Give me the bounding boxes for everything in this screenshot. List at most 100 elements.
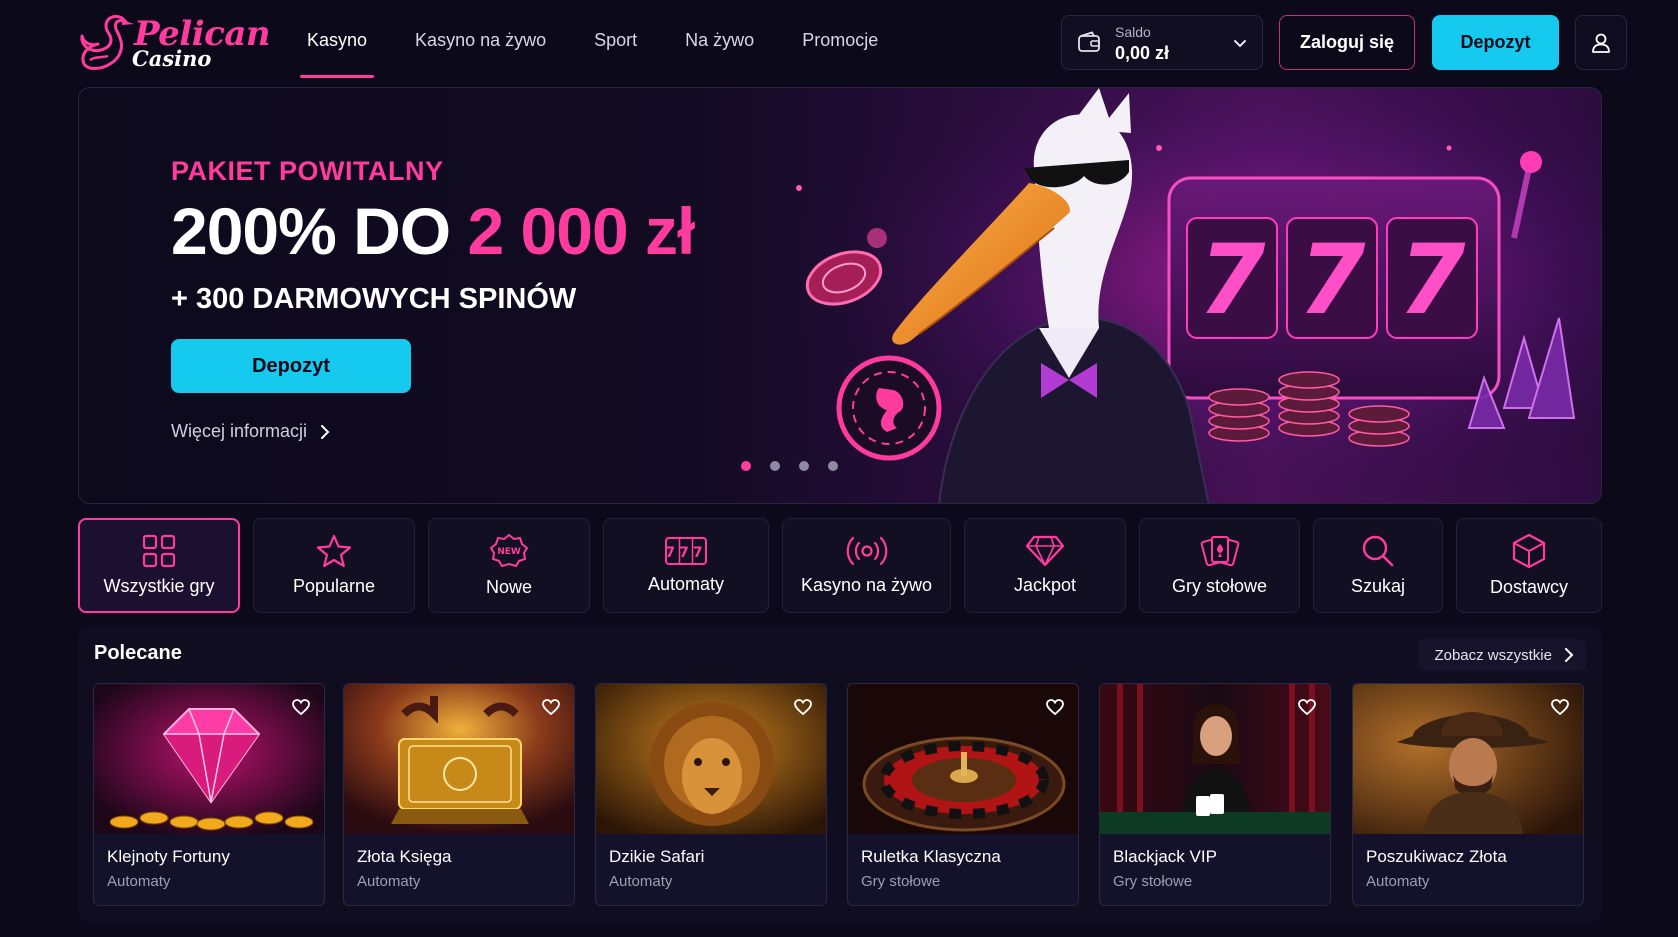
favorite-button[interactable]: [1042, 694, 1068, 720]
hero-headline-main: 200% DO: [171, 194, 468, 268]
carousel-dot[interactable]: [741, 461, 751, 471]
slot-machine-icon: 777: [665, 537, 707, 565]
category-label: Szukaj: [1350, 576, 1406, 596]
carousel-dot[interactable]: [828, 461, 838, 471]
category-table-games[interactable]: Gry stołowe: [1139, 518, 1300, 613]
search-icon: [1362, 535, 1394, 567]
category-label: Wszystkie gry: [103, 576, 215, 596]
heart-icon: [1046, 699, 1064, 715]
heart-icon: [794, 699, 812, 715]
carousel-dot[interactable]: [799, 461, 809, 471]
heart-icon: [292, 699, 310, 715]
hero-subline: + 300 DARMOWYCH SPINÓW: [171, 283, 577, 315]
cards-icon: [1200, 536, 1239, 567]
favorite-button[interactable]: [1294, 694, 1320, 720]
broadcast-icon: [846, 536, 887, 566]
category-jackpot[interactable]: Jackpot: [964, 518, 1126, 613]
chevron-right-icon: [321, 424, 330, 439]
see-all-link[interactable]: Zobacz wszystkie: [1418, 639, 1586, 671]
game-title: Ruletka Klasyczna: [861, 847, 1001, 866]
featured-section: Polecane Zobacz wszystkie Klejnoty Fortu…: [78, 627, 1602, 922]
category-label: Jackpot: [1013, 575, 1077, 595]
heart-icon: [1298, 699, 1316, 715]
hero-tag: PAKIET POWITALNY: [171, 156, 444, 186]
brand-subname: Casino: [132, 46, 212, 71]
game-category: Automaty: [1366, 873, 1430, 890]
balance-label: Saldo: [1115, 24, 1151, 40]
category-label: Nowe: [485, 577, 533, 597]
user-icon: [1592, 33, 1610, 53]
game-card[interactable]: Poszukiwacz Złota Automaty: [1352, 683, 1584, 906]
game-card[interactable]: Blackjack VIP Gry stołowe: [1099, 683, 1331, 906]
deposit-button[interactable]: Depozyt: [1432, 15, 1559, 70]
balance-value: 0,00 zł: [1115, 43, 1170, 63]
svg-text:7: 7: [1199, 224, 1266, 336]
chevron-down-icon: [1234, 40, 1246, 48]
balance-dropdown[interactable]: Saldo 0,00 zł: [1061, 15, 1263, 70]
favorite-button[interactable]: [790, 694, 816, 720]
heart-icon: [1551, 699, 1569, 715]
see-all-label: Zobacz wszystkie: [1434, 646, 1552, 664]
hero-deposit-button[interactable]: Depozyt: [171, 339, 411, 393]
header: Pelican Casino Kasyno Kasyno na żywo Spo…: [0, 0, 1678, 86]
svg-text:7: 7: [1299, 224, 1366, 336]
box-icon: [1512, 533, 1546, 569]
game-card[interactable]: Klejnoty Fortuny Automaty: [93, 683, 325, 906]
category-providers[interactable]: Dostawcy: [1456, 518, 1602, 613]
hero-more-info-label: Więcej informacji: [171, 421, 308, 441]
star-icon: [316, 534, 352, 568]
grid-icon: [142, 534, 176, 568]
game-category: Gry stołowe: [861, 873, 941, 890]
chevron-right-icon: [1565, 648, 1574, 662]
category-label: Automaty: [647, 574, 725, 594]
game-title: Dzikie Safari: [609, 847, 705, 866]
category-label: Gry stołowe: [1171, 576, 1268, 596]
category-bar: Wszystkie gry Popularne NEW Nowe 777 Aut…: [78, 518, 1602, 613]
game-card[interactable]: Złota Księga Automaty: [343, 683, 575, 906]
nav-promocje[interactable]: Promocje: [785, 0, 895, 80]
hero-pelican-illustration: 7 7 7: [769, 88, 1601, 503]
heart-icon: [542, 699, 560, 715]
main-nav: Kasyno Kasyno na żywo Sport Na żywo Prom…: [290, 0, 909, 80]
game-title: Blackjack VIP: [1113, 847, 1217, 866]
hero-banner[interactable]: 7 7 7 PAKIET POWITALNY 200% DO 2 000 zł …: [78, 87, 1602, 504]
nav-kasyno[interactable]: Kasyno: [290, 0, 384, 80]
login-button[interactable]: Zaloguj się: [1279, 15, 1415, 70]
nav-na-zywo[interactable]: Na żywo: [668, 0, 771, 80]
game-category: Automaty: [357, 873, 421, 890]
hero-headline-amount: 2 000 zł: [467, 194, 695, 268]
svg-text:NEW: NEW: [497, 547, 521, 557]
favorite-button[interactable]: [1547, 694, 1573, 720]
game-category: Gry stołowe: [1113, 873, 1193, 890]
nav-sport[interactable]: Sport: [577, 0, 654, 80]
favorite-button[interactable]: [538, 694, 564, 720]
wallet-icon: [1078, 31, 1100, 52]
category-slots[interactable]: 777 Automaty: [603, 518, 769, 613]
hero-more-info-link[interactable]: Więcej informacji: [171, 421, 331, 442]
game-title: Klejnoty Fortuny: [107, 847, 230, 866]
brand-logo[interactable]: Pelican Casino: [78, 10, 271, 72]
category-label: Popularne: [292, 576, 376, 596]
game-category: Automaty: [609, 873, 673, 890]
game-title: Poszukiwacz Złota: [1366, 847, 1507, 866]
nav-kasyno-na-zywo[interactable]: Kasyno na żywo: [398, 0, 563, 80]
new-badge-icon: NEW: [489, 533, 529, 568]
game-card[interactable]: Dzikie Safari Automaty: [595, 683, 827, 906]
category-search[interactable]: Szukaj: [1313, 518, 1443, 613]
svg-text:777: 777: [665, 545, 706, 561]
category-label: Kasyno na żywo: [800, 575, 933, 595]
svg-text:7: 7: [1399, 224, 1466, 336]
category-popular[interactable]: Popularne: [253, 518, 415, 613]
slot-machine-art: 7 7 7: [1167, 151, 1542, 400]
section-title: Polecane: [94, 642, 182, 664]
diamond-icon: [1025, 535, 1065, 567]
carousel-dots: [741, 461, 838, 471]
category-all-games[interactable]: Wszystkie gry: [78, 518, 240, 613]
favorite-button[interactable]: [288, 694, 314, 720]
game-card[interactable]: Ruletka Klasyczna Gry stołowe: [847, 683, 1079, 906]
hero-headline: 200% DO 2 000 zł: [171, 193, 695, 269]
category-new[interactable]: NEW Nowe: [428, 518, 590, 613]
user-account-button[interactable]: [1575, 15, 1627, 70]
carousel-dot[interactable]: [770, 461, 780, 471]
category-live-casino[interactable]: Kasyno na żywo: [782, 518, 951, 613]
